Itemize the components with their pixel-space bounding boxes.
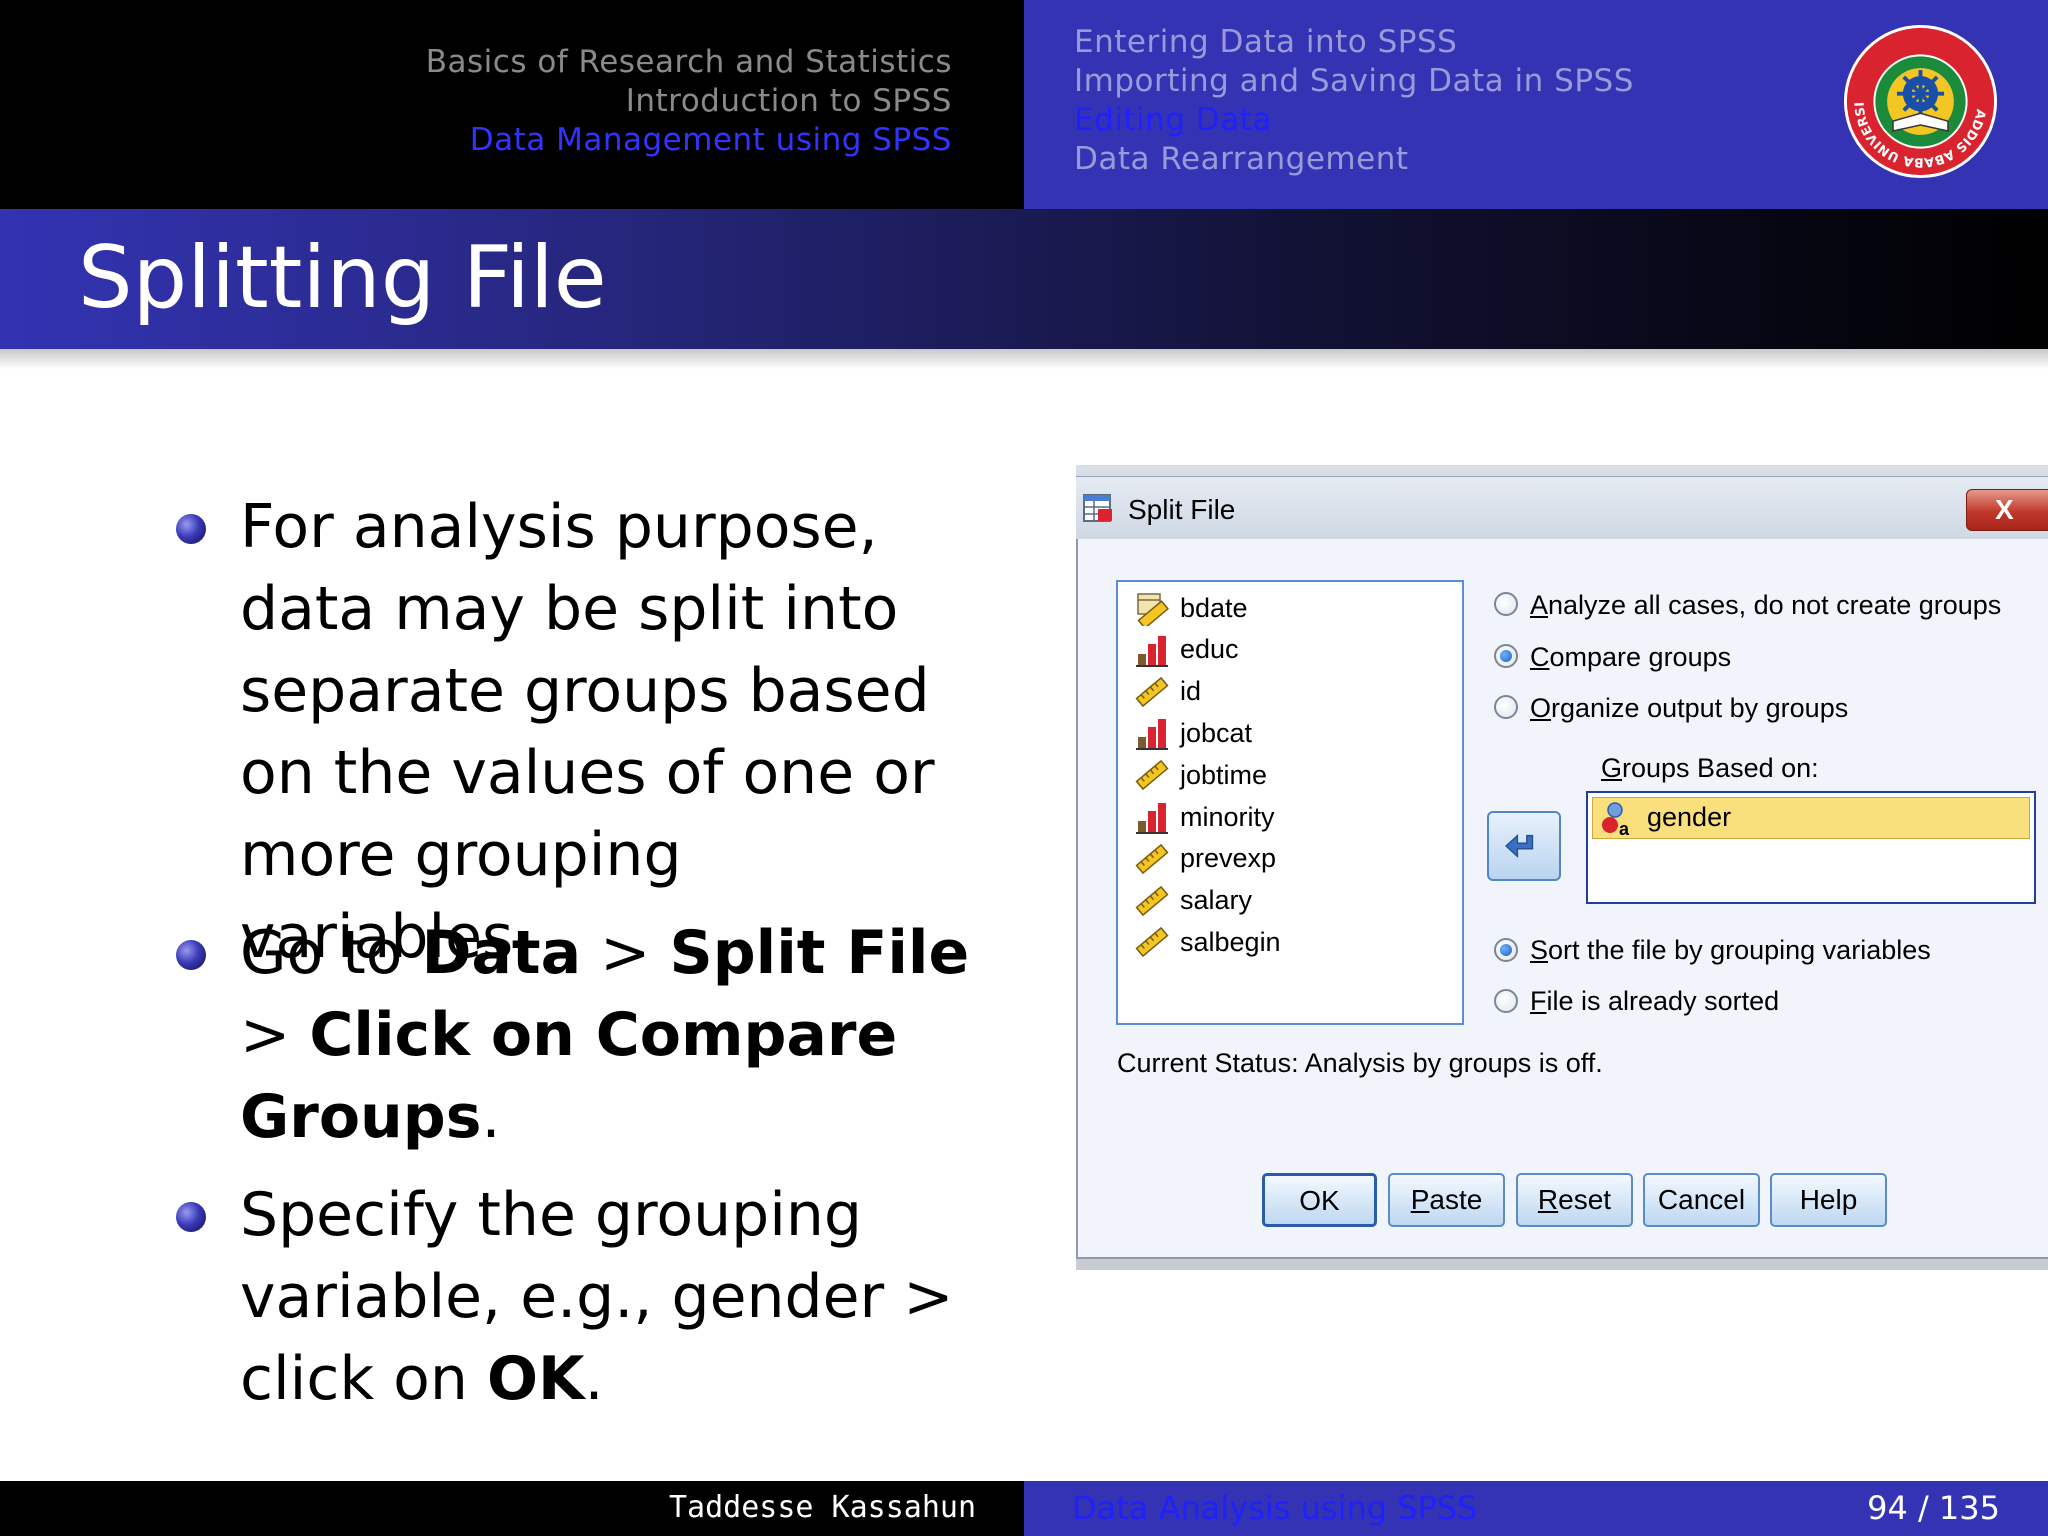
nav-section-data-management[interactable]: Data Management using SPSS [470,121,952,160]
variable-label: bdate [1180,592,1248,623]
nav-subsection-editing-data[interactable]: Editing Data [1074,101,1272,140]
dialog-titlebar[interactable]: Split File X [1076,477,2048,539]
footer-page-number: 94 / 135 [1867,1489,2000,1527]
variable-label: salbegin [1180,926,1281,957]
scale-ruler-icon [1135,760,1169,791]
cancel-button[interactable]: Cancel [1643,1173,1760,1227]
variable-label: educ [1180,634,1239,665]
svg-text:a: a [1619,819,1630,837]
bullet-text-part: For analysis purpose, data may be split … [240,492,935,972]
variable-item[interactable]: educ [1134,630,1239,670]
bullet-text-part: Go to [240,918,422,988]
group-item-gender[interactable]: a gender [1592,797,2030,839]
nav-section-intro-spss[interactable]: Introduction to SPSS [626,82,952,121]
underlying-data-view-strip [1076,465,2048,477]
date-scale-icon [1137,593,1169,626]
label-compare-groups[interactable]: Compare groups [1530,642,1731,673]
variable-item[interactable]: minority [1134,797,1275,837]
variable-item[interactable]: bdate [1134,588,1248,628]
radio-organize-output[interactable] [1494,695,1518,719]
variable-list[interactable]: bdate educ id jobcat jobtime minority prevexp s… [1116,580,1464,1025]
help-button[interactable]: Help [1770,1173,1887,1227]
header-sections-panel: Basics of Research and Statistics Introd… [0,0,1024,209]
radio-compare-groups[interactable] [1494,644,1518,668]
move-variable-button[interactable] [1487,811,1561,881]
title-bar-shadow [0,349,2048,369]
radio-already-sorted[interactable] [1494,989,1518,1013]
dialog-title: Split File [1128,494,1236,525]
label-analyze-all[interactable]: Analyze all cases, do not create groups [1530,590,2001,621]
close-button[interactable]: X [1966,489,2048,531]
bullet-2-text: Go to Data > Split File > Click on Compa… [240,912,980,1158]
scale-ruler-icon [1135,676,1169,707]
footer-title-panel: Data Analysis using SPSS 94 / 135 [1024,1481,2048,1536]
radio-analyze-all[interactable] [1494,592,1518,616]
bullet-bold-text: Data [421,918,582,988]
footer-author: Taddesse Kassahun [668,1490,976,1525]
bullet-text-part: . [584,1344,604,1414]
nav-section-basics[interactable]: Basics of Research and Statistics [426,43,952,82]
university-seal-logo: ADDIS ABABA UNIVERSITY [1842,23,1998,179]
variable-item[interactable]: jobtime [1134,755,1267,795]
bullet-marker [176,1202,206,1232]
variable-label: minority [1180,801,1275,832]
current-status: Current Status: Analysis by groups is of… [1117,1048,1603,1078]
bullet-marker [176,514,206,544]
bullet-1-text: For analysis purpose, data may be split … [240,486,980,978]
ok-button[interactable]: OK [1262,1173,1377,1227]
left-arrow-icon [1505,834,1534,858]
variable-item[interactable]: prevexp [1134,839,1276,879]
bullet-text-part: > [240,1000,310,1070]
ordinal-icon [1136,635,1168,667]
bullet-3-text: Specify the grouping variable, e.g., gen… [240,1174,980,1420]
scale-ruler-icon [1135,885,1169,916]
nominal-string-icon: a [1602,802,1630,837]
paste-button[interactable]: Paste [1388,1173,1505,1227]
radio-sort-file[interactable] [1494,938,1518,962]
bullet-bold-text: Click on Compare Groups [240,1000,898,1152]
group-item-label: gender [1647,802,1732,832]
nav-subsection-importing-saving[interactable]: Importing and Saving Data in SPSS [1074,62,1634,101]
footer-author-panel: Taddesse Kassahun [0,1481,1024,1536]
variable-label: id [1180,676,1202,707]
label-organize-output[interactable]: Organize output by groups [1530,693,1848,724]
variable-item[interactable]: salbegin [1134,922,1281,962]
bullet-text-part: . [481,1082,501,1152]
dialog-bottom-edge [1076,1259,2048,1270]
variable-item[interactable]: jobcat [1134,713,1252,753]
bullet-bold-text: Split File [669,918,970,988]
nav-subsection-data-rearrangement[interactable]: Data Rearrangement [1074,140,1409,179]
footer-presentation-title[interactable]: Data Analysis using SPSS [1072,1489,1477,1527]
scale-ruler-icon [1135,843,1169,874]
scale-ruler-icon [1135,927,1169,958]
frame-title: Splitting File [78,228,607,328]
variable-item[interactable]: salary [1134,881,1252,921]
ordinal-icon [1136,803,1168,834]
ordinal-icon [1136,719,1168,751]
label-sort-file[interactable]: Sort the file by grouping variables [1530,935,1931,966]
bullet-marker [176,940,206,970]
bullet-text-part: > [581,918,670,988]
reset-button[interactable]: Reset [1516,1173,1633,1227]
label-already-sorted[interactable]: File is already sorted [1530,986,1779,1017]
groups-based-on-label: Groups Based on: [1601,753,1819,783]
variable-label: prevexp [1180,843,1277,874]
groups-based-on-list[interactable]: a gender [1586,791,2036,904]
variable-label: salary [1180,885,1253,916]
bullet-bold-text: OK [486,1344,585,1414]
nav-subsection-entering-data[interactable]: Entering Data into SPSS [1074,23,1457,62]
variable-label: jobtime [1180,759,1268,790]
variable-item[interactable]: id [1134,672,1201,712]
split-file-app-icon [1083,494,1112,522]
variable-label: jobcat [1180,717,1253,748]
